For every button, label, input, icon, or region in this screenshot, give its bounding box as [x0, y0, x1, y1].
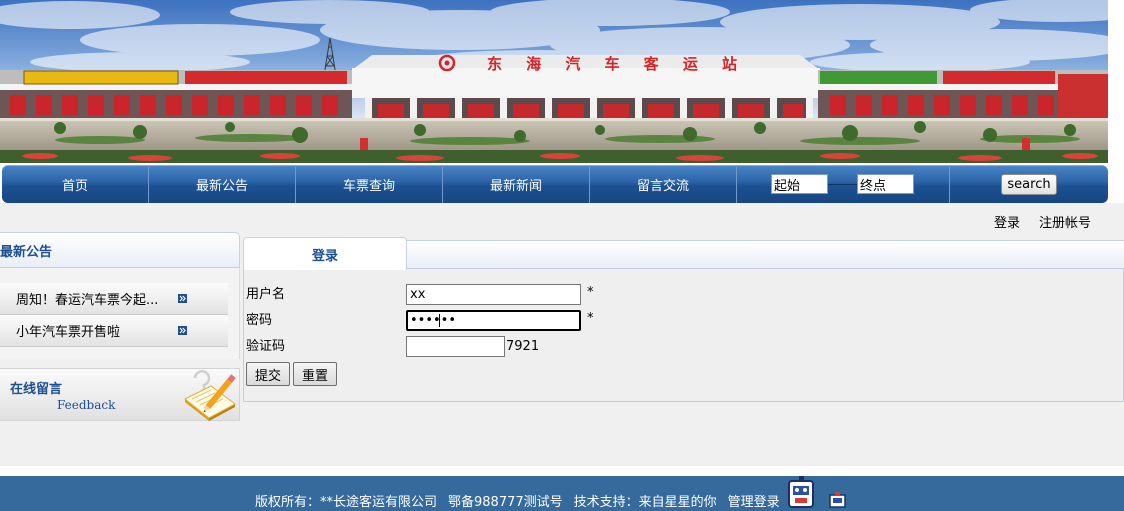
user-links: 登录 注册帐号 — [994, 216, 1091, 232]
plaza — [0, 118, 1108, 163]
footer-copyright: 版权所有：**长途客运有限公司 — [255, 495, 438, 510]
reset-button[interactable]: 重置 — [293, 362, 337, 386]
site-footer: 版权所有：**长途客运有限公司 鄂备988777测试号 技术支持：来自星星的你 … — [0, 476, 1124, 511]
nav-item-announcements[interactable]: 最新公告 — [149, 165, 296, 203]
right-wing-building — [818, 70, 1108, 120]
login-form: 用户名 * 密码 * 验证码 7921 提交 重置 — [246, 284, 594, 386]
captcha-row: 验证码 7921 — [246, 336, 594, 357]
online-feedback-link[interactable]: 在线留言 Feedback — [0, 368, 240, 421]
username-label: 用户名 — [246, 287, 286, 302]
footer-support: 技术支持：来自星星的你 — [573, 495, 717, 510]
username-row: 用户名 * — [246, 284, 594, 305]
origin-input[interactable] — [771, 174, 828, 194]
mascot-icon — [787, 476, 814, 508]
admin-login-link[interactable]: 管理登录 — [728, 495, 780, 511]
register-link[interactable]: 注册帐号 — [1039, 216, 1091, 232]
required-mark: * — [587, 285, 594, 300]
announcement-item[interactable]: 周知！春运汽车票今起... — [0, 283, 228, 315]
route-search-group — [737, 165, 950, 203]
captcha-field[interactable] — [406, 336, 505, 357]
sidebar-announcements-heading: 最新公告 — [0, 232, 240, 268]
nav-item-news[interactable]: 最新新闻 — [443, 165, 590, 203]
feedback-subtitle: Feedback — [57, 398, 116, 412]
station-banner-photo: 东海汽车客运站 — [0, 0, 1108, 163]
submit-button[interactable]: 提交 — [246, 362, 290, 386]
captcha-code: 7921 — [506, 339, 540, 354]
left-wing-building — [0, 70, 352, 120]
nav-item-ticket-query[interactable]: 车票查询 — [296, 165, 443, 203]
destination-input[interactable] — [857, 174, 914, 194]
badge-icon — [828, 492, 846, 508]
username-field[interactable] — [406, 284, 581, 305]
tab-bar — [406, 240, 1124, 269]
search-button[interactable]: search — [1001, 173, 1057, 195]
main-nav-bar: 首页 最新公告 车票查询 最新新闻 留言交流 search — [2, 165, 1108, 203]
footer-content: 版权所有：**长途客运有限公司 鄂备988777测试号 技术支持：来自星星的你 … — [255, 476, 846, 511]
login-form-panel: 用户名 * 密码 * 验证码 7921 提交 重置 — [243, 268, 1124, 402]
form-buttons: 提交 重置 — [246, 362, 594, 386]
password-row: 密码 * — [246, 310, 594, 331]
tab-login[interactable]: 登录 — [243, 237, 407, 270]
feedback-title: 在线留言 — [10, 382, 63, 397]
announcement-item[interactable]: 小年汽车票开售啦 — [0, 315, 228, 347]
sidebar-announcements-panel: 周知！春运汽车票今起... 小年汽车票开售啦 — [0, 268, 240, 359]
notepad-pencil-icon — [184, 370, 236, 421]
announcement-title: 小年汽车票开售啦 — [16, 325, 121, 340]
password-field-wrapper — [406, 310, 581, 331]
password-label: 密码 — [246, 313, 273, 328]
arrow-right-icon — [178, 294, 187, 303]
announcement-title: 周知！春运汽车票今起... — [16, 293, 159, 308]
arrow-right-icon — [178, 326, 187, 335]
text-cursor — [439, 314, 440, 327]
announcement-list: 周知！春运汽车票今起... 小年汽车票开售啦 — [0, 283, 228, 347]
password-field[interactable] — [406, 310, 581, 331]
required-mark: * — [587, 311, 594, 326]
nav-item-message-board[interactable]: 留言交流 — [590, 165, 737, 203]
nav-item-home[interactable]: 首页 — [2, 165, 149, 203]
captcha-label: 验证码 — [246, 339, 286, 354]
search-button-cell: search — [950, 165, 1108, 203]
route-dash-separator — [828, 183, 857, 185]
central-station-building: 东海汽车客运站 — [352, 54, 820, 128]
footer-icp: 鄂备988777测试号 — [448, 495, 563, 510]
login-link[interactable]: 登录 — [994, 216, 1020, 232]
